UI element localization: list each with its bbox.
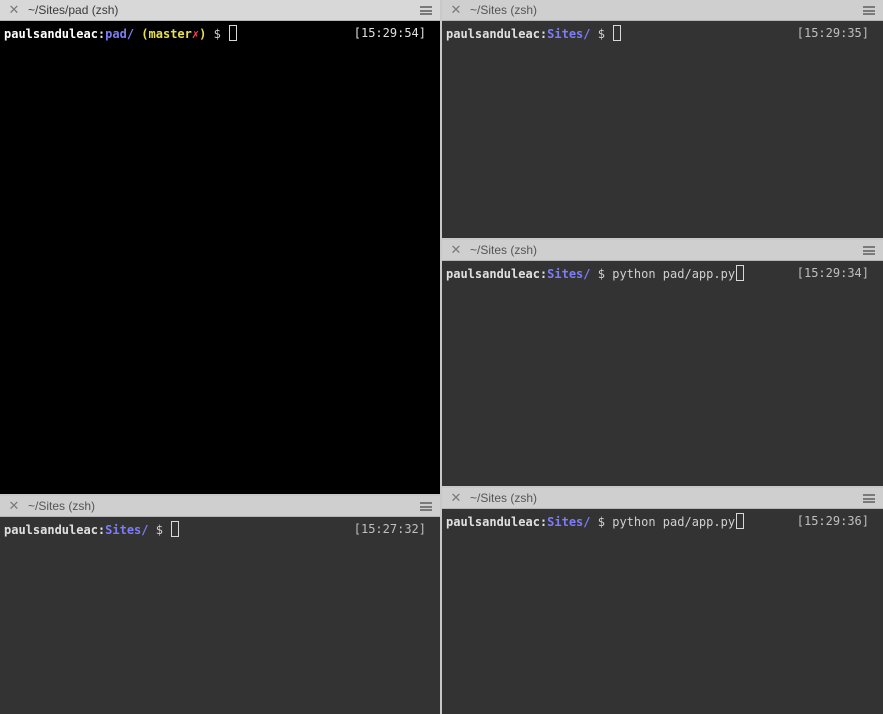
git-branch-close: )	[199, 27, 207, 41]
command-text: python pad/app.py	[612, 515, 736, 529]
prompt-symbol: $	[155, 523, 163, 537]
hamburger-menu-icon[interactable]	[420, 502, 432, 511]
prompt-symbol: $	[597, 515, 605, 529]
text-cursor	[736, 513, 745, 529]
pane-right-top[interactable]: ✕ ~/Sites (zsh) paulsanduleac:Sites/ $ […	[442, 0, 883, 238]
close-icon[interactable]: ✕	[8, 0, 20, 20]
pane-right-bottom[interactable]: ✕ ~/Sites (zsh) paulsanduleac:Sites/ $ p…	[442, 488, 883, 714]
pane-title: ~/Sites (zsh)	[470, 491, 538, 505]
hamburger-menu-icon[interactable]	[863, 6, 875, 15]
text-cursor	[736, 265, 745, 281]
git-branch-name: master	[148, 27, 192, 41]
terminal-output[interactable]: paulsanduleac:Sites/ $ [15:27:32]	[0, 517, 440, 714]
text-cursor	[171, 521, 180, 537]
prompt-directory: Sites/	[105, 523, 149, 537]
pane-title-bar[interactable]: ✕ ~/Sites (zsh)	[442, 488, 883, 509]
pane-title-bar[interactable]: ✕ ~/Sites/pad (zsh)	[0, 0, 440, 21]
prompt-directory: pad/	[105, 27, 135, 41]
prompt-line: paulsanduleac:Sites/ $ [15:27:32]	[4, 521, 426, 537]
terminal-output[interactable]: paulsanduleac:Sites/ $ [15:29:35]	[442, 21, 883, 238]
pane-right-middle[interactable]: ✕ ~/Sites (zsh) paulsanduleac:Sites/ $ p…	[442, 240, 883, 486]
prompt-user: paulsanduleac	[446, 27, 540, 41]
prompt-user: paulsanduleac	[4, 523, 98, 537]
prompt-directory: Sites/	[547, 27, 591, 41]
prompt-line: paulsanduleac:Sites/ $ python pad/app.py…	[446, 265, 869, 281]
terminal-output[interactable]: paulsanduleac:Sites/ $ python pad/app.py…	[442, 261, 883, 486]
terminal-output[interactable]: paulsanduleac:Sites/ $ python pad/app.py…	[442, 509, 883, 714]
prompt-line: paulsanduleac:Sites/ $ python pad/app.py…	[446, 513, 869, 529]
text-cursor	[229, 25, 238, 41]
hamburger-menu-icon[interactable]	[863, 246, 875, 255]
prompt-time: [15:29:34]	[796, 266, 869, 280]
prompt-time: [15:29:54]	[353, 26, 426, 40]
prompt-directory: Sites/	[547, 515, 591, 529]
prompt-user: paulsanduleac	[4, 27, 98, 41]
pane-title: ~/Sites/pad (zsh)	[28, 3, 119, 17]
pane-title: ~/Sites (zsh)	[28, 499, 96, 513]
prompt-symbol: $	[597, 27, 605, 41]
pane-title: ~/Sites (zsh)	[470, 243, 538, 257]
prompt-symbol: $	[213, 27, 221, 41]
pane-title-bar[interactable]: ✕ ~/Sites (zsh)	[0, 496, 440, 517]
prompt-time: [15:27:32]	[353, 522, 426, 536]
prompt-time: [15:29:35]	[796, 26, 869, 40]
prompt-user: paulsanduleac	[446, 267, 540, 281]
close-icon[interactable]: ✕	[450, 488, 462, 508]
prompt-user: paulsanduleac	[446, 515, 540, 529]
pane-title: ~/Sites (zsh)	[470, 3, 538, 17]
hamburger-menu-icon[interactable]	[863, 494, 875, 503]
close-icon[interactable]: ✕	[450, 0, 462, 20]
close-icon[interactable]: ✕	[8, 496, 20, 516]
pane-title-bar[interactable]: ✕ ~/Sites (zsh)	[442, 240, 883, 261]
close-icon[interactable]: ✕	[450, 240, 462, 260]
text-cursor	[613, 25, 622, 41]
prompt-line: paulsanduleac:pad/ (master✗) $ [15:29:54…	[4, 25, 426, 41]
command-text: python pad/app.py	[612, 267, 736, 281]
pane-left-bottom[interactable]: ✕ ~/Sites (zsh) paulsanduleac:Sites/ $ […	[0, 496, 440, 714]
pane-title-bar[interactable]: ✕ ~/Sites (zsh)	[442, 0, 883, 21]
prompt-directory: Sites/	[547, 267, 591, 281]
git-branch-open: (	[141, 27, 149, 41]
hamburger-menu-icon[interactable]	[420, 6, 432, 15]
prompt-line: paulsanduleac:Sites/ $ [15:29:35]	[446, 25, 869, 41]
prompt-symbol: $	[597, 267, 605, 281]
prompt-time: [15:29:36]	[796, 514, 869, 528]
terminal-window: ✕ ~/Sites/pad (zsh) paulsanduleac:pad/ (…	[0, 0, 883, 714]
pane-left-top[interactable]: ✕ ~/Sites/pad (zsh) paulsanduleac:pad/ (…	[0, 0, 440, 494]
terminal-output[interactable]: paulsanduleac:pad/ (master✗) $ [15:29:54…	[0, 21, 440, 494]
